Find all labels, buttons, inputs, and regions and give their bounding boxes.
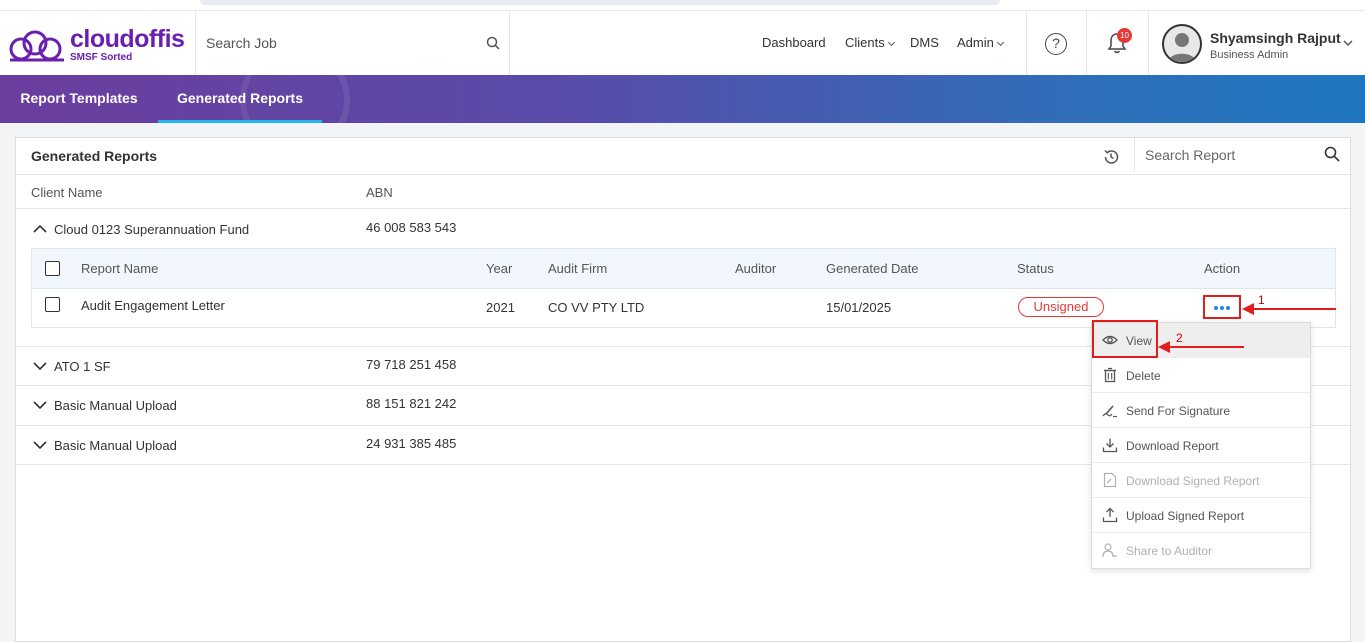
divider: [1148, 11, 1149, 76]
top-strip: [0, 0, 1365, 10]
menu-item-label: Send For Signature: [1126, 404, 1231, 418]
column-header-client-name: Client Name: [31, 185, 103, 200]
annotation-number-1: 1: [1258, 293, 1265, 307]
nav-admin-label: Admin: [957, 35, 994, 50]
divider: [16, 208, 1352, 209]
chevron-down-icon[interactable]: [33, 401, 47, 410]
column-header-action: Action: [1204, 261, 1241, 276]
chevron-up-icon[interactable]: [33, 224, 47, 233]
chevron-down-icon[interactable]: [33, 362, 47, 371]
menu-item-download-report[interactable]: Download Report: [1092, 428, 1310, 463]
menu-item-label: Upload Signed Report: [1126, 509, 1245, 523]
client-name[interactable]: Cloud 0123 Superannuation Fund: [54, 222, 249, 237]
search-icon[interactable]: [486, 36, 500, 50]
job-search: [196, 11, 509, 76]
menu-item-label: Delete: [1126, 369, 1161, 383]
report-generated-date: 15/01/2025: [826, 300, 892, 315]
menu-item-upload-signed-report[interactable]: Upload Signed Report: [1092, 498, 1310, 533]
tab-generated-reports[interactable]: Generated Reports: [158, 75, 322, 123]
nav-clients-label: Clients: [845, 35, 885, 50]
menu-item-label: Download Report: [1126, 439, 1219, 453]
report-audit-firm: CO VV PTY LTD: [548, 300, 645, 315]
select-all-checkbox[interactable]: [45, 261, 60, 276]
client-abn: 79 718 251 458: [366, 357, 457, 372]
divider: [509, 11, 510, 76]
row-checkbox[interactable]: [45, 297, 60, 312]
divider: [16, 174, 1352, 175]
annotation-box-view: [1092, 320, 1158, 358]
menu-item-download-signed-report[interactable]: Download Signed Report: [1092, 463, 1310, 498]
cloud-logo-icon: [9, 30, 64, 62]
annotation-number-2: 2: [1176, 331, 1183, 345]
menu-item-share-to-auditor[interactable]: Share to Auditor: [1092, 533, 1310, 568]
column-header-report-name: Report Name: [81, 261, 159, 276]
divider: [1086, 11, 1087, 76]
tab-report-templates[interactable]: Report Templates: [0, 75, 158, 123]
chevron-down-icon: [887, 38, 895, 47]
search-icon[interactable]: [1324, 146, 1340, 162]
action-menu: View Delete Send For Signature Download …: [1091, 322, 1311, 569]
top-pill: [200, 0, 1000, 5]
nav-dashboard[interactable]: Dashboard: [762, 35, 826, 50]
upload-icon: [1102, 507, 1118, 523]
client-name[interactable]: Basic Manual Upload: [54, 438, 177, 453]
menu-item-send-for-signature[interactable]: Send For Signature: [1092, 393, 1310, 428]
menu-item-delete[interactable]: Delete: [1092, 358, 1310, 393]
dot: [1226, 306, 1230, 310]
help-icon[interactable]: ?: [1045, 33, 1067, 55]
user-role: Business Admin: [1210, 49, 1289, 61]
client-name[interactable]: ATO 1 SF: [54, 359, 111, 374]
search-job-input[interactable]: [206, 31, 476, 55]
tab-bar: Report Templates Generated Reports: [0, 75, 1365, 123]
client-name[interactable]: Basic Manual Upload: [54, 398, 177, 413]
brand-tagline: SMSF Sorted: [70, 52, 133, 63]
dot: [1220, 306, 1224, 310]
column-header-abn: ABN: [366, 185, 393, 200]
annotation-arrow-1: [1242, 303, 1336, 315]
menu-item-label: Share to Auditor: [1126, 544, 1213, 558]
report-year: 2021: [486, 300, 515, 315]
download-icon: [1102, 438, 1118, 453]
chevron-down-icon: [996, 38, 1004, 47]
column-header-generated-date: Generated Date: [826, 261, 919, 276]
brand-name: cloudoffis: [70, 25, 185, 53]
reports-table: Report Name Year Audit Firm Auditor Gene…: [31, 248, 1336, 328]
user-name[interactable]: Shyamsingh Rajput: [1210, 30, 1341, 46]
signature-icon: [1102, 405, 1117, 418]
header: cloudoffis SMSF Sorted Dashboard Clients…: [0, 10, 1365, 76]
nav-dms[interactable]: DMS: [910, 35, 939, 50]
chevron-down-icon[interactable]: [1343, 39, 1353, 47]
reports-table-header: Report Name Year Audit Firm Auditor Gene…: [32, 249, 1335, 289]
dot: [1214, 306, 1218, 310]
search-report-input[interactable]: [1145, 146, 1315, 164]
client-abn: 88 151 821 242: [366, 396, 457, 411]
report-search: [1134, 138, 1351, 172]
report-name: Audit Engagement Letter: [81, 298, 225, 313]
column-header-auditor: Auditor: [735, 261, 777, 276]
panel-title: Generated Reports: [31, 148, 158, 164]
column-header-audit-firm: Audit Firm: [548, 261, 608, 276]
nav-admin[interactable]: Admin: [957, 35, 1004, 50]
client-abn: 24 931 385 485: [366, 436, 457, 451]
history-icon[interactable]: [1102, 148, 1120, 166]
signed-file-icon: [1103, 472, 1117, 488]
annotation-arrow-2: [1158, 341, 1244, 353]
trash-icon: [1104, 367, 1116, 383]
avatar[interactable]: [1162, 24, 1202, 64]
brand-logo[interactable]: cloudoffis SMSF Sorted: [8, 25, 188, 65]
divider: [1026, 11, 1027, 76]
client-abn: 46 008 583 543: [366, 220, 457, 235]
chevron-down-icon[interactable]: [33, 441, 47, 450]
status-badge: Unsigned: [1018, 297, 1104, 317]
column-header-status: Status: [1017, 261, 1054, 276]
user-avatar-icon: [1168, 33, 1196, 62]
column-header-year: Year: [486, 261, 513, 276]
notification-badge: 10: [1117, 28, 1132, 43]
share-user-icon: [1102, 543, 1117, 558]
menu-item-label: Download Signed Report: [1126, 474, 1260, 488]
nav-clients[interactable]: Clients: [845, 35, 895, 50]
